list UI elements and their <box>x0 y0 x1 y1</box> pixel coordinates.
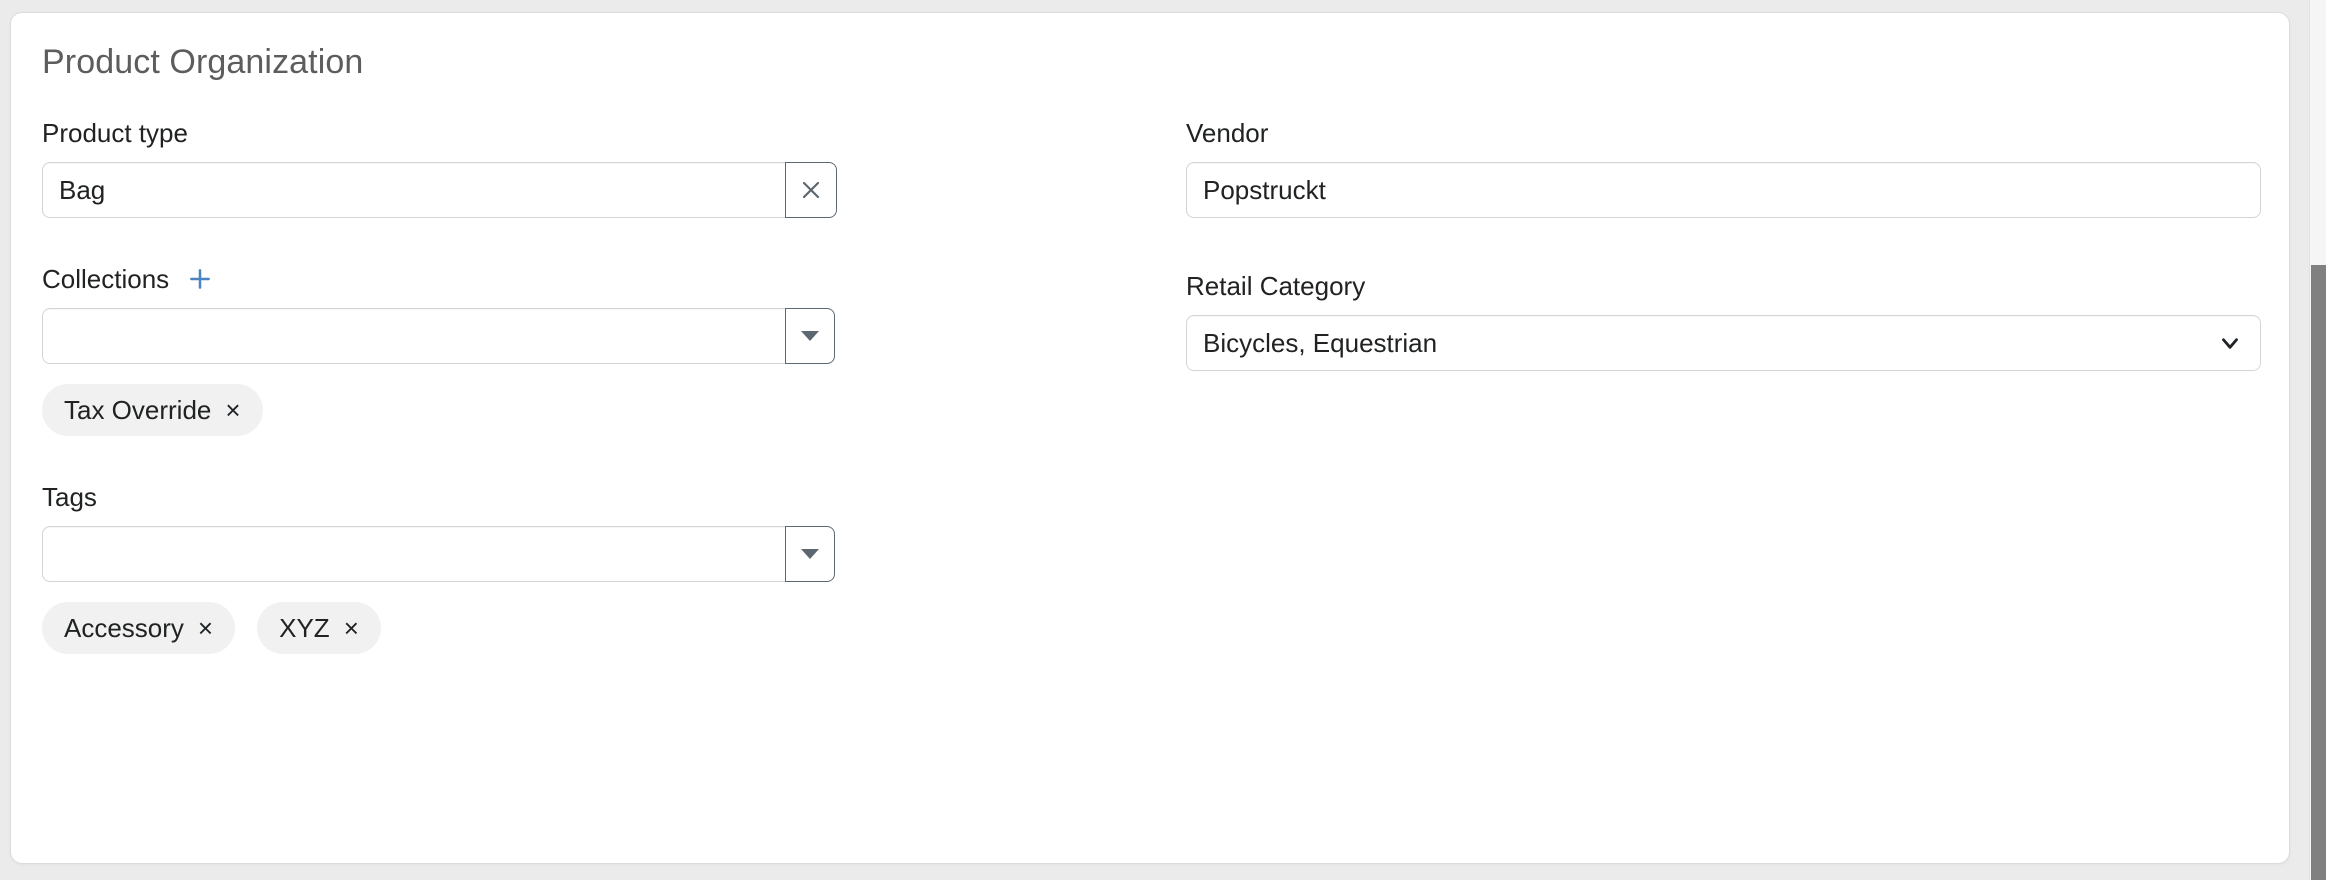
retail-category-select-wrap: Bicycles, Equestrian <box>1186 315 2261 371</box>
product-type-clear-button[interactable] <box>785 162 837 218</box>
vendor-input-wrap: Popstruckt <box>1186 162 2261 218</box>
tags-label: Tags <box>42 482 97 512</box>
close-icon <box>799 178 823 202</box>
tags-input-group <box>42 526 1152 582</box>
left-column: Product type Bag Collections Tax Overrid… <box>42 118 1152 654</box>
vendor-label: Vendor <box>1186 118 1269 148</box>
product-type-field-group: Product type Bag <box>42 118 1152 218</box>
retail-category-label: Retail Category <box>1186 271 1366 301</box>
vendor-input[interactable]: Popstruckt <box>1186 162 2261 218</box>
chip-label: Tax Override <box>64 394 212 425</box>
collections-dropdown-button[interactable] <box>785 308 835 364</box>
vendor-field-group: Vendor Popstruckt <box>1186 118 2261 218</box>
close-icon[interactable]: × <box>225 397 240 423</box>
tags-input[interactable] <box>42 526 786 582</box>
product-organization-screen: Product Organization Product type Bag Co… <box>0 0 2326 880</box>
collections-chip-list: Tax Override × <box>42 384 1152 436</box>
product-type-input[interactable]: Bag <box>42 162 786 218</box>
close-icon[interactable]: × <box>344 615 359 641</box>
collections-label-row: Collections <box>42 264 1152 294</box>
caret-down-icon <box>801 331 819 341</box>
plus-icon[interactable] <box>187 266 213 292</box>
page-title: Product Organization <box>42 43 364 81</box>
collections-label: Collections <box>42 264 170 294</box>
chip-item[interactable]: XYZ × <box>257 602 381 654</box>
tags-dropdown-button[interactable] <box>785 526 835 582</box>
close-icon[interactable]: × <box>198 615 213 641</box>
collections-field-group: Collections Tax Override × <box>42 264 1152 436</box>
chip-label: Accessory <box>64 612 184 643</box>
caret-down-icon <box>801 549 819 559</box>
chip-item[interactable]: Accessory × <box>42 602 236 654</box>
product-organization-card: Product Organization Product type Bag Co… <box>10 12 2290 864</box>
tags-chip-list: Accessory × XYZ × <box>42 602 1152 654</box>
product-type-label: Product type <box>42 118 188 148</box>
collections-input[interactable] <box>42 308 786 364</box>
chip-item[interactable]: Tax Override × <box>42 384 263 436</box>
chip-label: XYZ <box>279 612 330 643</box>
product-type-input-group: Bag <box>42 162 1152 218</box>
retail-category-field-group: Retail Category Bicycles, Equestrian <box>1186 271 2261 371</box>
retail-category-select[interactable]: Bicycles, Equestrian <box>1186 315 2261 371</box>
collections-input-group <box>42 308 1152 364</box>
vertical-scrollbar-thumb[interactable] <box>2311 265 2326 880</box>
vertical-scrollbar-track[interactable] <box>2309 0 2326 880</box>
tags-field-group: Tags Accessory × XYZ × <box>42 482 1152 654</box>
right-column: Vendor Popstruckt Retail Category Bicycl… <box>1186 118 2261 371</box>
